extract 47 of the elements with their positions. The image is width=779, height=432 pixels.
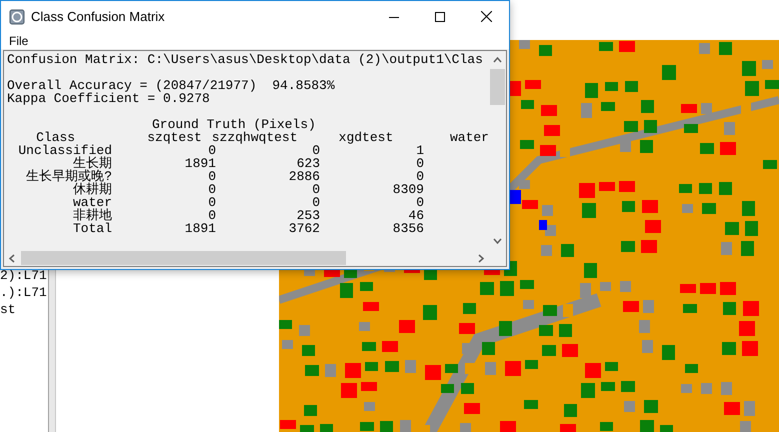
table-cell-text: 0: [415, 196, 424, 209]
table-cell-text: 0: [311, 183, 320, 196]
column-header: Class: [36, 131, 76, 144]
row-label: 生长早期或晚?: [25, 170, 112, 183]
table-heading: Ground Truth (Pixels): [152, 118, 316, 131]
table-cell-text: 1891: [184, 157, 216, 170]
log-text: st: [0, 302, 17, 317]
report-text: Kappa Coefficient = 0.9278: [7, 92, 210, 105]
window-title: Class Confusion Matrix: [31, 9, 166, 24]
table-cell-text: 1891: [184, 222, 216, 235]
report-text: Confusion Matrix: C:\Users\asus\Desktop\data (2)\output1\Clas: [7, 53, 483, 66]
table-cell-text: 2886: [288, 170, 320, 183]
table-cell-text: 0: [207, 196, 216, 209]
report-text: Overall Accuracy = (20847/21977) 94.8583%: [7, 79, 335, 92]
row-label: 休耕期: [72, 183, 112, 196]
scrollbar-thumb[interactable]: [21, 251, 346, 265]
table-cell-text: 253: [296, 209, 320, 222]
log-text: 2):L71: [0, 268, 48, 283]
table-cell-text: 0: [415, 170, 424, 183]
table-cell-text: 3762: [288, 222, 320, 235]
scrollbar-thumb[interactable]: [490, 69, 505, 105]
row-label: 非耕地: [72, 209, 112, 222]
table-cell-text: 8356: [392, 222, 424, 235]
table-cell-text: 0: [311, 196, 320, 209]
table-cell-text: 1: [415, 144, 424, 157]
table-cell-text: 0: [207, 144, 216, 157]
table-cell-text: 8309: [392, 183, 424, 196]
row-label: water: [72, 196, 112, 209]
table-cell-text: 623: [296, 157, 320, 170]
maximize-icon: [435, 12, 445, 22]
column-header: szzqhwqtest: [210, 131, 298, 144]
table-cell-text: 0: [207, 183, 216, 196]
menu-item[interactable]: File: [3, 34, 34, 48]
table-cell-text: 0: [207, 170, 216, 183]
table-cell-text: 0: [207, 209, 216, 222]
column-header: szqtest: [146, 131, 202, 144]
log-text: .):L71: [0, 285, 48, 300]
row-label: Unclassified: [17, 144, 112, 157]
close-icon: [480, 11, 492, 22]
table-cell-text: 0: [311, 144, 320, 157]
row-label: Total: [72, 222, 112, 235]
app-icon: [9, 8, 25, 24]
column-header: water: [448, 131, 489, 144]
table-cell-text: 0: [415, 157, 424, 170]
column-header: xgdtest: [338, 131, 394, 144]
table-cell-text: 46: [407, 209, 424, 222]
row-label: 生长期: [73, 157, 112, 170]
